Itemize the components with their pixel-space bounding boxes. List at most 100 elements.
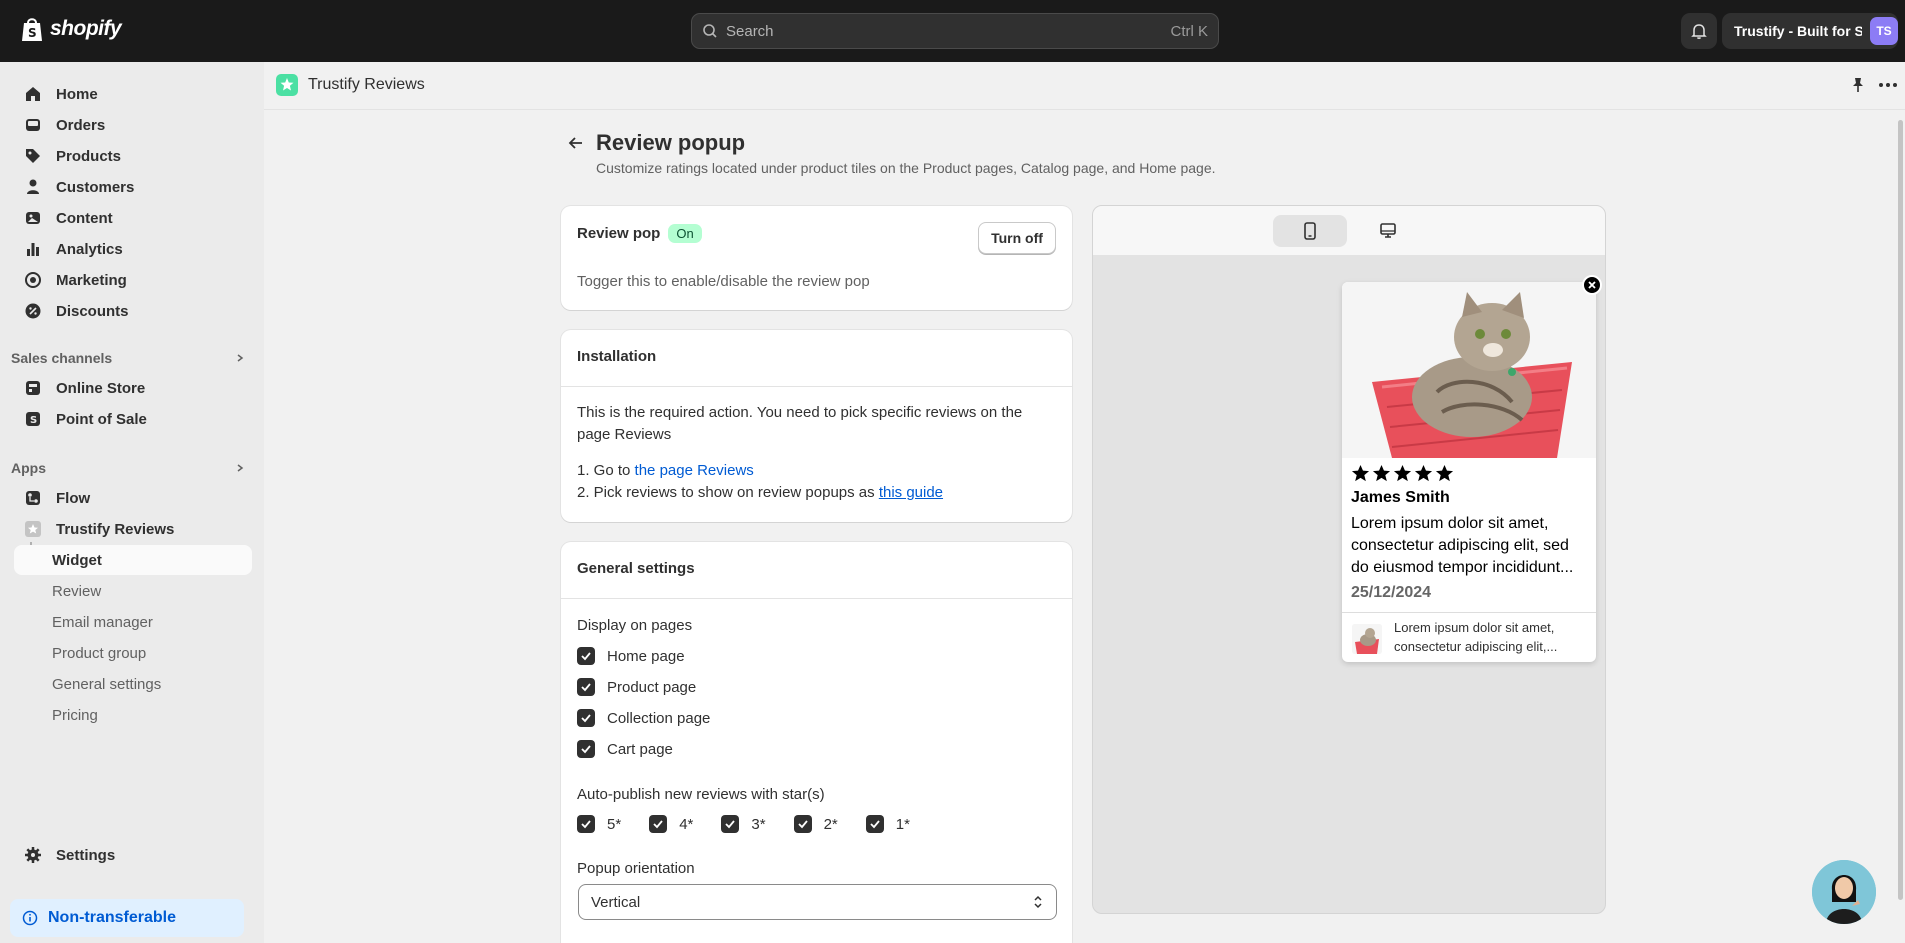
divider: [561, 386, 1072, 387]
reviewer-name: James Smith: [1351, 489, 1450, 506]
device-toggle-bar: [1093, 206, 1605, 256]
sidebar-item-trustify-reviews[interactable]: Trustify Reviews: [14, 514, 252, 544]
checkbox-label: 5*: [607, 815, 622, 833]
desktop-preview-button[interactable]: [1351, 215, 1425, 247]
star-icon: [1414, 464, 1433, 482]
checkbox-5-star[interactable]: 5*: [577, 815, 621, 833]
more-options-icon[interactable]: [1877, 76, 1899, 94]
popup-orientation-label: Popup orientation: [577, 860, 695, 877]
sidebar-subitem-email-manager[interactable]: Email manager: [14, 607, 252, 637]
sidebar-item-label: Orders: [56, 116, 106, 134]
sidebar-item-label: Analytics: [56, 240, 123, 258]
checkbox-collection-page[interactable]: Collection page: [577, 709, 710, 727]
non-transferable-banner[interactable]: Non-transferable: [10, 899, 244, 937]
product-thumbnail: [1352, 624, 1382, 654]
chevron-right-icon: [237, 354, 244, 362]
checkbox-2-star[interactable]: 2*: [793, 815, 838, 833]
review-popup-preview: James Smith Lorem ipsum dolor sit amet, …: [1342, 282, 1596, 662]
sidebar-item-home[interactable]: Home: [14, 79, 252, 109]
checkbox-3-star[interactable]: 3*: [721, 815, 766, 833]
select-chevron-icon: [1034, 895, 1042, 909]
sidebar-item-orders[interactable]: Orders: [14, 110, 252, 140]
apps-header[interactable]: Apps: [11, 460, 245, 476]
sidebar: Home Orders Products Customers Content A…: [0, 62, 264, 943]
review-pop-header: Review pop On: [577, 224, 702, 243]
support-chat-avatar[interactable]: [1812, 860, 1876, 924]
sidebar-subitem-product-group[interactable]: Product group: [14, 638, 252, 668]
top-bar: S shopify Search Ctrl K Trustify - Built…: [0, 0, 1905, 62]
card-title: General settings: [577, 560, 695, 577]
notifications-button[interactable]: [1681, 13, 1717, 49]
installation-text: This is the required action. You need to…: [577, 404, 1023, 443]
divider: [561, 598, 1072, 599]
sidebar-item-marketing[interactable]: Marketing: [14, 265, 252, 295]
shopify-logo[interactable]: S shopify: [20, 15, 122, 43]
sidebar-item-label: Flow: [56, 489, 91, 507]
inbox-icon: [26, 119, 40, 131]
chevron-right-icon: [237, 464, 244, 472]
sidebar-item-label: Online Store: [56, 379, 146, 397]
trustify-app-logo: [276, 74, 298, 96]
gear-icon: [25, 847, 41, 863]
checkbox-product-page[interactable]: Product page: [577, 678, 696, 696]
page-title: Review popup: [596, 130, 746, 155]
sidebar-item-discounts[interactable]: Discounts: [14, 296, 252, 326]
sidebar-subitem-review[interactable]: Review: [14, 576, 252, 606]
checkbox-1-star[interactable]: 1*: [865, 815, 910, 833]
sidebar-subitem-pricing[interactable]: Pricing: [14, 700, 252, 730]
target-icon: [25, 272, 41, 288]
sidebar-item-label: Home: [56, 85, 98, 103]
sidebar-item-point-of-sale[interactable]: S Point of Sale: [14, 404, 252, 434]
search-bar[interactable]: Search Ctrl K: [691, 13, 1219, 49]
divider: [1342, 612, 1596, 613]
star-icon: [1393, 464, 1412, 482]
status-badge: On: [668, 224, 702, 243]
checkbox-checked-icon[interactable]: [793, 815, 812, 833]
app-header: Trustify Reviews: [264, 62, 1905, 110]
sidebar-item-online-store[interactable]: Online Store: [14, 373, 252, 403]
sidebar-item-label: General settings: [52, 675, 162, 693]
mobile-preview-button[interactable]: [1273, 215, 1347, 247]
close-icon: [1588, 281, 1596, 289]
checkbox-home-page[interactable]: Home page: [577, 647, 685, 665]
search-placeholder: Search: [726, 22, 774, 40]
page-reviews-link[interactable]: the page Reviews: [635, 462, 754, 479]
trustify-icon: [25, 521, 41, 537]
sidebar-item-customers[interactable]: Customers: [14, 172, 252, 202]
search-shortcut: Ctrl K: [1170, 22, 1209, 40]
popup-orientation-select[interactable]: Vertical: [578, 884, 1057, 920]
review-text: Lorem ipsum dolor sit amet, consectetur …: [1351, 515, 1574, 576]
checkbox-checked-icon[interactable]: [577, 815, 595, 833]
sidebar-item-flow[interactable]: Flow: [14, 483, 252, 513]
review-pop-description: Togger this to enable/disable the review…: [577, 273, 870, 290]
search-icon: [703, 24, 717, 38]
sidebar-item-products[interactable]: Products: [14, 141, 252, 171]
checkbox-checked-icon[interactable]: [721, 815, 740, 833]
checkbox-checked-icon[interactable]: [577, 709, 595, 727]
back-arrow-icon[interactable]: [566, 133, 586, 153]
sidebar-item-label: Widget: [52, 551, 102, 569]
sidebar-item-content[interactable]: Content: [14, 203, 252, 233]
sidebar-item-analytics[interactable]: Analytics: [14, 234, 252, 264]
sidebar-item-settings[interactable]: Settings: [14, 840, 252, 870]
guide-link[interactable]: this guide: [879, 484, 943, 501]
store-menu-button[interactable]: Trustify - Built for S TS: [1722, 13, 1898, 49]
turn-off-button[interactable]: Turn off: [978, 222, 1056, 254]
checkbox-4-star[interactable]: 4*: [649, 815, 693, 833]
checkbox-checked-icon[interactable]: [865, 815, 884, 833]
popup-close-button[interactable]: [1582, 275, 1602, 295]
sidebar-subitem-general-settings[interactable]: General settings: [14, 669, 252, 699]
sidebar-item-label: Content: [56, 209, 113, 227]
checkbox-checked-icon[interactable]: [577, 740, 595, 758]
sales-channels-header[interactable]: Sales channels: [11, 350, 245, 366]
pin-icon[interactable]: [1849, 76, 1867, 94]
checkbox-checked-icon[interactable]: [577, 647, 595, 665]
sidebar-subitem-widget[interactable]: Widget: [14, 545, 252, 575]
checkbox-checked-icon[interactable]: [577, 678, 595, 696]
checkbox-checked-icon[interactable]: [649, 815, 668, 833]
checkbox-label: Product page: [607, 678, 697, 696]
sidebar-item-label: Marketing: [56, 271, 127, 289]
checkbox-cart-page[interactable]: Cart page: [577, 740, 673, 758]
flow-icon: [26, 491, 40, 505]
page-scrollbar[interactable]: [1896, 110, 1905, 943]
